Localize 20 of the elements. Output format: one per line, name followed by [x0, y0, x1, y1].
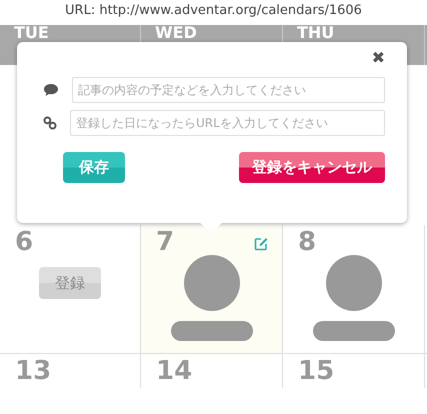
save-button[interactable]: 保存	[63, 152, 125, 183]
url-caption: URL: http://www.adventar.org/calendars/1606	[64, 2, 363, 20]
weekday-label: THU	[297, 25, 336, 41]
close-icon[interactable]: ✖	[372, 48, 385, 72]
link-icon	[43, 116, 57, 130]
input-field[interactable]: 登録した日になったらURLを入力してください	[70, 110, 385, 136]
input-field[interactable]: 記事の内容の予定などを入力してください	[72, 77, 385, 103]
date-number: 6	[15, 227, 34, 257]
weekday-label: WED	[155, 25, 198, 41]
day-cell[interactable]: 7	[141, 225, 283, 353]
date-number: 13	[15, 356, 52, 386]
date-number: 15	[298, 356, 334, 386]
date-number: 8	[298, 227, 316, 257]
cancel-registration-button[interactable]: 登録をキャンセル	[239, 152, 385, 183]
date-number: 14	[156, 356, 192, 386]
weekday-label: TUE	[14, 25, 50, 41]
edit-icon[interactable]	[254, 237, 268, 251]
register-button[interactable]: 登録	[39, 267, 101, 299]
date-number: 7	[156, 227, 174, 257]
speech-bubble-icon	[43, 83, 59, 97]
